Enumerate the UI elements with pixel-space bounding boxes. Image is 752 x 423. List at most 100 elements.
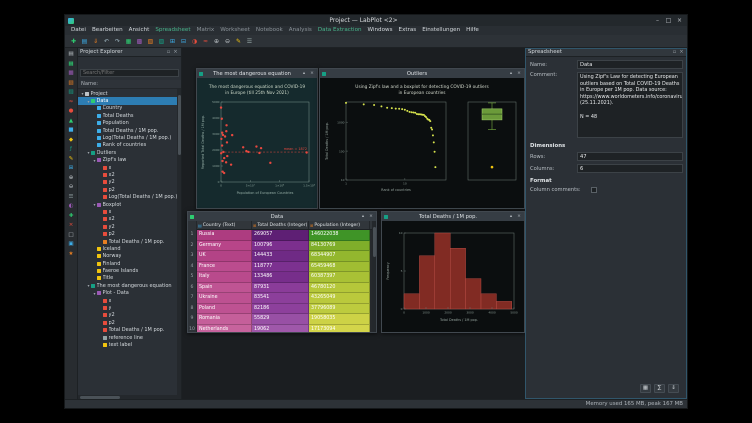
cell-population[interactable]: 68344907 xyxy=(309,251,370,262)
row-number[interactable]: 2 xyxy=(188,241,197,252)
menu-item[interactable]: Extras xyxy=(396,26,420,35)
scrollbar-thumb[interactable] xyxy=(178,95,181,155)
restore-icon[interactable]: ▴ xyxy=(360,214,366,219)
tree-vertical-scrollbar[interactable] xyxy=(177,89,181,395)
menu-item[interactable]: Hilfe xyxy=(463,26,482,35)
cell-country[interactable]: Italy xyxy=(197,272,252,283)
row-number[interactable]: 9 xyxy=(188,314,197,325)
tree-item[interactable]: Population xyxy=(78,120,181,127)
tree-item[interactable]: p2 xyxy=(78,230,181,237)
cell-country[interactable]: Poland xyxy=(197,304,252,315)
scrollbar-thumb[interactable] xyxy=(80,396,120,399)
name-field[interactable]: Data xyxy=(577,60,683,69)
close-icon[interactable]: × xyxy=(516,71,522,76)
remove-icon[interactable]: × xyxy=(67,221,76,229)
cell-country[interactable]: Spain xyxy=(197,283,252,294)
zoom-out-icon[interactable]: ⊖ xyxy=(67,183,76,191)
row-number[interactable]: 5 xyxy=(188,272,197,283)
columns-field[interactable]: 6 xyxy=(577,164,683,173)
tree-item[interactable]: Country xyxy=(78,105,181,112)
histogram-plot-canvas[interactable]: 0510010002000300040005000Total Deaths / … xyxy=(382,221,524,332)
dock-close-icon[interactable]: × xyxy=(678,49,685,55)
subwindow-titlebar[interactable]: Outliers ▴ × xyxy=(320,69,524,78)
tree-item[interactable]: ▾ Plot - Data xyxy=(78,290,181,297)
menu-item[interactable]: Worksheet xyxy=(217,26,253,35)
import-icon[interactable]: ⊞ xyxy=(67,164,76,172)
row-number[interactable]: 8 xyxy=(188,304,197,315)
shape-icon[interactable]: □ xyxy=(67,231,76,239)
cell-population[interactable]: 60387397 xyxy=(309,272,370,283)
tree-item[interactable]: Iceland xyxy=(78,245,181,252)
cell-total-deaths[interactable]: 118777 xyxy=(252,262,309,273)
plot-data-icon[interactable]: ▦ xyxy=(640,384,651,393)
restore-icon[interactable]: ▴ xyxy=(508,71,514,76)
corner-cell[interactable] xyxy=(188,221,197,230)
table-vertical-scrollbar[interactable] xyxy=(372,221,376,332)
cell-total-deaths[interactable]: 144433 xyxy=(252,251,309,262)
new-plot-icon[interactable]: ◑ xyxy=(190,37,199,46)
cell-population[interactable]: 19058035 xyxy=(309,314,370,325)
export-icon[interactable]: ⇓ xyxy=(668,384,679,393)
tree-item[interactable]: Faeroe Islands xyxy=(78,267,181,274)
tree-item[interactable]: y2 xyxy=(78,223,181,230)
cell-population[interactable]: 146022038 xyxy=(309,230,370,241)
tree-item[interactable]: Norway xyxy=(78,253,181,260)
tree-item[interactable]: Log(Total Deaths / 1M pop.) xyxy=(78,134,181,141)
cell-country[interactable]: Ukraine xyxy=(197,293,252,304)
cell-country[interactable]: Russia xyxy=(197,230,252,241)
cell-total-deaths[interactable]: 87931 xyxy=(252,283,309,294)
tree-item[interactable]: text label xyxy=(78,341,181,348)
cell-country[interactable]: Romania xyxy=(197,314,252,325)
zoom-in-icon[interactable]: ⊕ xyxy=(212,37,221,46)
new-curve-icon[interactable]: ≈ xyxy=(201,37,210,46)
new-spreadsheet-icon[interactable]: ▦ xyxy=(67,60,76,68)
tree-item[interactable]: reference line xyxy=(78,334,181,341)
tree-item[interactable]: ▾ Zipf's law xyxy=(78,157,181,164)
row-number[interactable]: 1 xyxy=(188,230,197,241)
titlebar[interactable]: Project — LabPlot <2> – □ × xyxy=(65,15,687,26)
text-label-icon[interactable]: ✎ xyxy=(67,155,76,163)
comment-field[interactable]: Using Zipf's Law for detecting European … xyxy=(577,72,683,138)
column-header[interactable]: ▤ Country (Text) xyxy=(197,221,252,229)
tree-item[interactable]: x2 xyxy=(78,171,181,178)
xy-curve-icon[interactable]: ≈ xyxy=(67,98,76,106)
subwindow-titlebar[interactable]: The most dangerous equation ▴ × xyxy=(197,69,317,78)
new-project-icon[interactable]: ✚ xyxy=(69,37,78,46)
cell-total-deaths[interactable]: 55829 xyxy=(252,314,309,325)
column-comments-checkbox[interactable] xyxy=(591,187,597,193)
export-icon[interactable]: ⊟ xyxy=(179,37,188,46)
tree-item[interactable]: Rank of countries xyxy=(78,142,181,149)
cell-total-deaths[interactable]: 19062 xyxy=(252,325,309,333)
dock-float-icon[interactable]: ▫ xyxy=(165,49,172,55)
cell-population[interactable]: 46780120 xyxy=(309,283,370,294)
menu-item[interactable]: Ansicht xyxy=(126,26,153,35)
menu-item[interactable]: Einstellungen xyxy=(419,26,463,35)
tree-item[interactable]: ▾ The most dangerous equation xyxy=(78,282,181,289)
row-number[interactable]: 6 xyxy=(188,283,197,294)
cell-country[interactable]: Germany xyxy=(197,241,252,252)
minimize-button[interactable]: – xyxy=(653,16,662,25)
dock-float-icon[interactable]: ▫ xyxy=(671,49,678,55)
row-number[interactable]: 7 xyxy=(188,293,197,304)
save-project-icon[interactable]: ⇓ xyxy=(91,37,100,46)
dock-close-icon[interactable]: × xyxy=(172,49,179,55)
histogram-icon[interactable]: ▲ xyxy=(67,117,76,125)
subwindow-titlebar[interactable]: Data ▴ × xyxy=(188,212,376,221)
close-icon[interactable]: × xyxy=(309,71,315,76)
tree-item[interactable]: y xyxy=(78,304,181,311)
zoom-out-icon[interactable]: ⊖ xyxy=(223,37,232,46)
menu-item[interactable]: Analysis xyxy=(286,26,315,35)
column-header[interactable]: ⊞ Population (Integer) xyxy=(309,221,370,229)
cell-country[interactable]: France xyxy=(197,262,252,273)
tree-item[interactable]: ▾ Boxplot xyxy=(78,201,181,208)
tree-item[interactable]: y2 xyxy=(78,312,181,319)
restore-icon[interactable]: ▴ xyxy=(301,71,307,76)
tree-item[interactable]: Title xyxy=(78,275,181,282)
menu-item[interactable]: Notebook xyxy=(253,26,286,35)
open-project-icon[interactable]: ▤ xyxy=(80,37,89,46)
column-header[interactable]: ⊞ Total Deaths (Integer) xyxy=(252,221,309,229)
tree-column-header[interactable]: Name: xyxy=(78,80,181,89)
boxplot-icon[interactable]: ■ xyxy=(67,126,76,134)
tree-item[interactable]: y2 xyxy=(78,179,181,186)
add-icon[interactable]: ✚ xyxy=(67,212,76,220)
